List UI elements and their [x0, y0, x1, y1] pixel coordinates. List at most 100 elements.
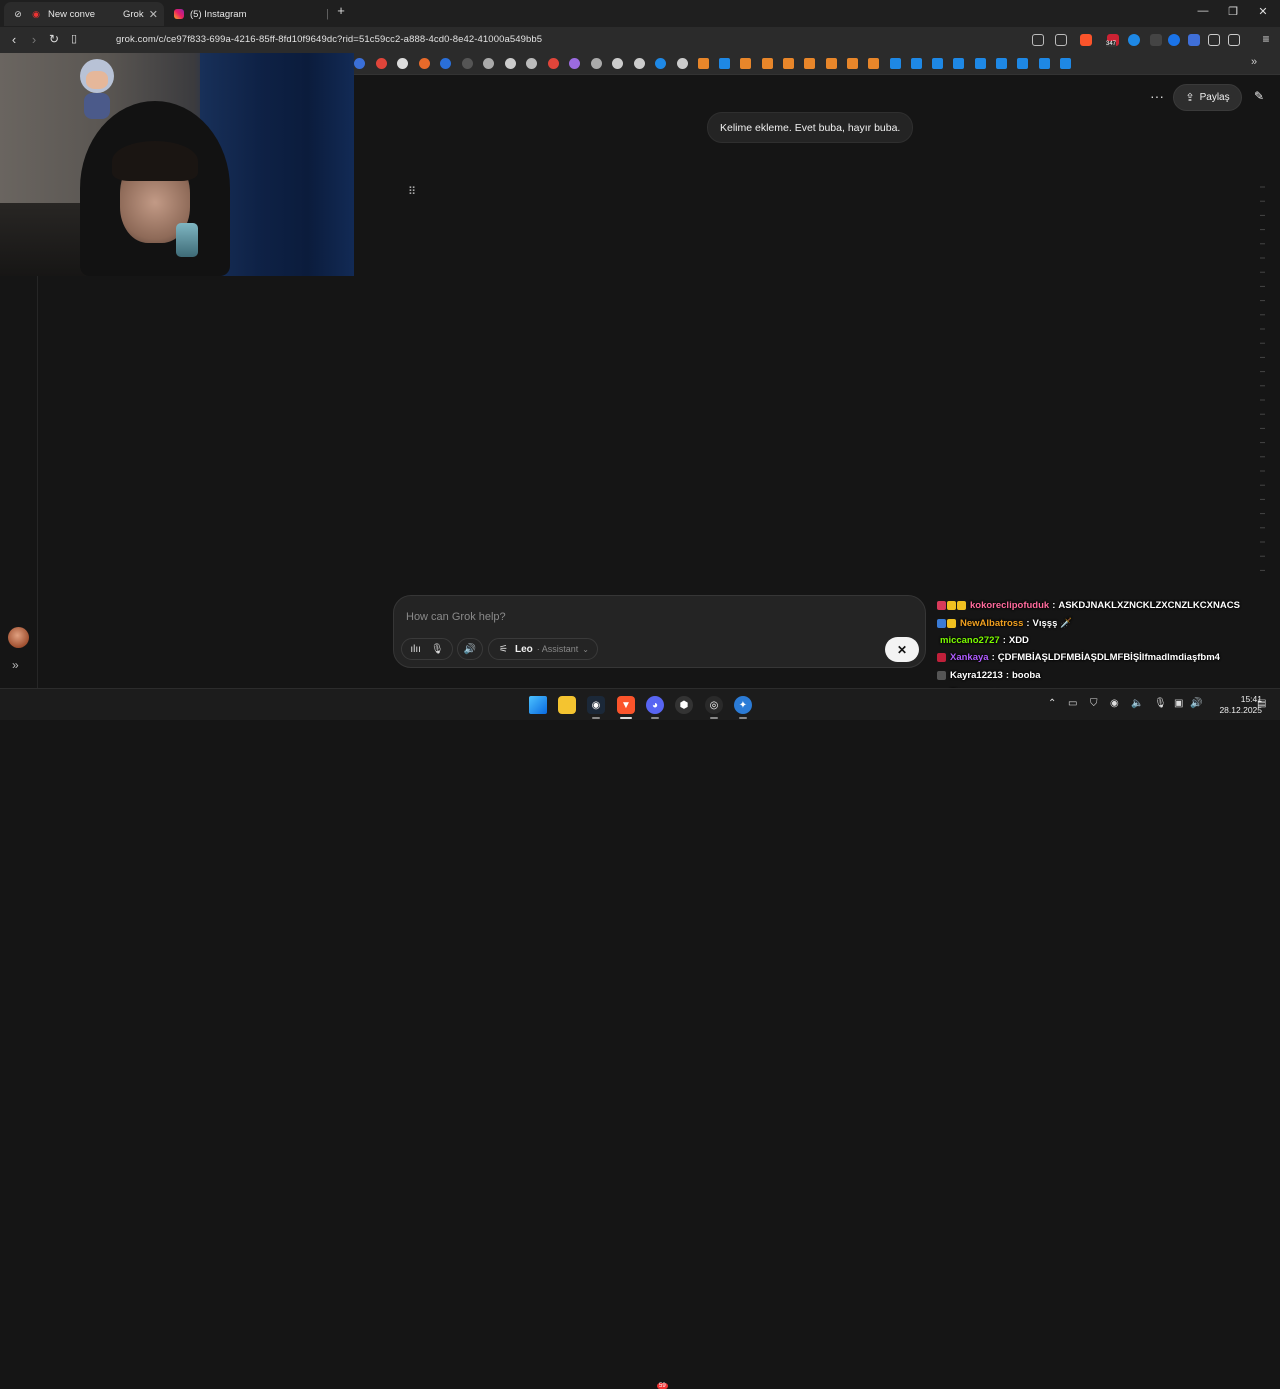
expand-sidebar-icon[interactable]: » [12, 658, 19, 672]
bookmark-favicon-icon[interactable] [910, 58, 922, 69]
bookmark-favicon-icon[interactable] [825, 58, 837, 69]
bookmark-favicon-icon[interactable] [740, 58, 752, 69]
forward-icon[interactable]: › [26, 32, 42, 47]
extensions-puzzle-icon[interactable] [1208, 34, 1220, 46]
volume-tray-icon[interactable]: 🔈 [1131, 698, 1143, 709]
share-label: Paylaş [1199, 92, 1230, 103]
bookmark-favicon-icon[interactable] [846, 58, 858, 69]
bookmark-favicon-icon[interactable] [633, 58, 645, 69]
bookmark-favicon-icon[interactable] [397, 58, 408, 69]
bookmark-favicon-icon[interactable] [868, 58, 880, 69]
bookmark-favicon-icon[interactable] [526, 58, 537, 69]
stream-chat-message: Kayra12213: booba [937, 667, 1267, 684]
running-indicator [592, 717, 600, 719]
steam-tray-icon[interactable]: ◉ [1110, 698, 1119, 709]
extension-icon[interactable] [1188, 34, 1200, 46]
bookmark-favicon-icon[interactable] [461, 58, 473, 69]
bookmark-favicon-icon[interactable] [953, 58, 965, 69]
bookmark-favicon-icon[interactable] [889, 58, 901, 69]
minimize-icon[interactable]: — [1188, 5, 1218, 17]
brave-shield-icon[interactable] [1080, 34, 1092, 46]
tab-instagram[interactable]: (5) Instagram | [166, 2, 331, 26]
reload-icon[interactable]: ↻ [46, 32, 62, 46]
menu-icon[interactable]: ≡ [1258, 32, 1274, 46]
voice-mode-icon[interactable]: ılıı [410, 644, 421, 655]
close-tab-icon[interactable]: ✕ [149, 8, 158, 21]
voice-mode-group[interactable]: ılıı 🎙 [401, 638, 453, 660]
more-options-button[interactable]: ··· [1148, 89, 1166, 107]
bookmark-favicon-icon[interactable] [569, 58, 580, 69]
chat-separator: : [1002, 634, 1006, 646]
avatar[interactable] [8, 627, 29, 648]
close-window-icon[interactable]: ✕ [1248, 5, 1278, 18]
discord-icon[interactable]: ◕ [646, 696, 664, 714]
webcam-microphone [176, 223, 198, 257]
steam-icon[interactable]: ◉ [587, 696, 605, 714]
clock-time[interactable]: 15:41 [1228, 694, 1262, 704]
obs-icon[interactable]: ⬢ [675, 696, 693, 714]
bookmark-favicon-icon[interactable] [676, 58, 688, 69]
extension-icon[interactable] [1168, 34, 1180, 46]
security-icon[interactable]: ⛉ [1090, 698, 1098, 709]
chat-badges [937, 618, 957, 628]
clock-date[interactable]: 28.12.2025 [1212, 705, 1262, 715]
audio-icon[interactable] [1128, 34, 1140, 46]
back-icon[interactable]: ‹ [6, 32, 22, 47]
bookmark-favicon-icon[interactable] [1059, 58, 1071, 69]
bookmark-favicon-icon[interactable] [697, 58, 709, 69]
bookmark-favicon-icon[interactable] [804, 58, 816, 69]
stream-chat-message: Xankaya: ÇDFMBİAŞLDFMBİAŞDLMFBİŞİlfmadlmd… [937, 649, 1267, 666]
new-tab-button[interactable]: + [326, 3, 356, 18]
tab-grok[interactable]: ⊘ ◉ New conve Grok ✕ [4, 2, 164, 26]
restore-icon[interactable]: ❐ [1218, 5, 1248, 18]
speaker-tray-icon[interactable]: 🔊 [1190, 698, 1202, 709]
bookmark-favicon-icon[interactable] [655, 58, 666, 69]
bookmarks-overflow-icon[interactable]: » [1251, 56, 1257, 68]
share-button[interactable]: ⇪ Paylaş [1173, 84, 1242, 111]
windows-taskbar: ◉ ▼ ◕ 59 ⬢ ◎ ✦ ⌃ ▭ ⛉ ◉ 🔈 🎙 ▣ 🔊 ▤ [0, 688, 1280, 1389]
chat-badges [937, 670, 947, 680]
bookmark-favicon-icon[interactable] [504, 58, 516, 69]
bookmark-favicon-icon[interactable] [612, 58, 623, 69]
extension-icon[interactable] [1150, 34, 1162, 46]
url-field[interactable]: grok.com/c/ce97f833-699a-4216-85ff-8fd10… [116, 34, 542, 45]
chevron-down-icon: ⌄ [582, 644, 589, 654]
microphone-tray-icon[interactable]: 🎙 [1154, 698, 1167, 709]
bookmark-favicon-icon[interactable] [483, 58, 494, 69]
conversation-scroll-rail[interactable] [1258, 185, 1266, 580]
drag-handle-icon[interactable]: ⠿ [408, 185, 416, 198]
brave-browser-icon[interactable]: ▼ [617, 696, 635, 714]
bookmark-favicon-icon[interactable] [418, 58, 430, 69]
bookmark-favicon-icon[interactable] [375, 58, 387, 69]
bookmark-favicon-icon[interactable] [996, 58, 1007, 69]
bookmark-favicon-icon[interactable] [783, 58, 794, 69]
bookmark-favicon-icon[interactable] [440, 58, 451, 69]
microphone-icon[interactable]: 🎙 [431, 644, 444, 655]
share-page-icon[interactable] [1055, 34, 1067, 46]
bookmark-favicon-icon[interactable] [932, 58, 944, 69]
bookmark-favicon-icon[interactable] [547, 58, 559, 69]
new-chat-icon[interactable]: ✎ [1250, 89, 1268, 107]
bookmark-favicon-icon[interactable] [761, 58, 773, 69]
app-icon[interactable]: ✦ [734, 696, 752, 714]
sidebar-toggle-icon[interactable] [1228, 34, 1240, 46]
bookmark-favicon-icon[interactable] [719, 58, 731, 69]
model-selector[interactable]: ⚟ Leo · Assistant ⌄ [488, 638, 598, 660]
battery-icon[interactable]: ▭ [1068, 698, 1077, 709]
bookmark-favicon-icon[interactable] [1038, 58, 1050, 69]
start-menu-icon[interactable] [529, 696, 547, 714]
file-explorer-icon[interactable] [558, 696, 576, 714]
bookmark-favicon-icon[interactable] [1017, 58, 1029, 69]
tray-chevron-icon[interactable]: ⌃ [1048, 698, 1056, 709]
prompt-input[interactable] [406, 609, 876, 625]
recording-app-icon[interactable]: ◎ [705, 696, 723, 714]
bookmark-favicon-icon[interactable] [354, 58, 365, 69]
bookmark-favicon-icon[interactable] [590, 58, 602, 69]
bookmark-icon[interactable]: ▯ [66, 32, 82, 45]
bookmark-favicon-icon[interactable] [974, 58, 986, 69]
network-icon[interactable]: ▣ [1174, 698, 1183, 709]
stop-button[interactable]: ✕ [885, 637, 919, 662]
chat-badges [937, 601, 967, 611]
cast-icon[interactable] [1032, 34, 1044, 46]
speaker-icon[interactable]: 🔊 [457, 638, 483, 660]
